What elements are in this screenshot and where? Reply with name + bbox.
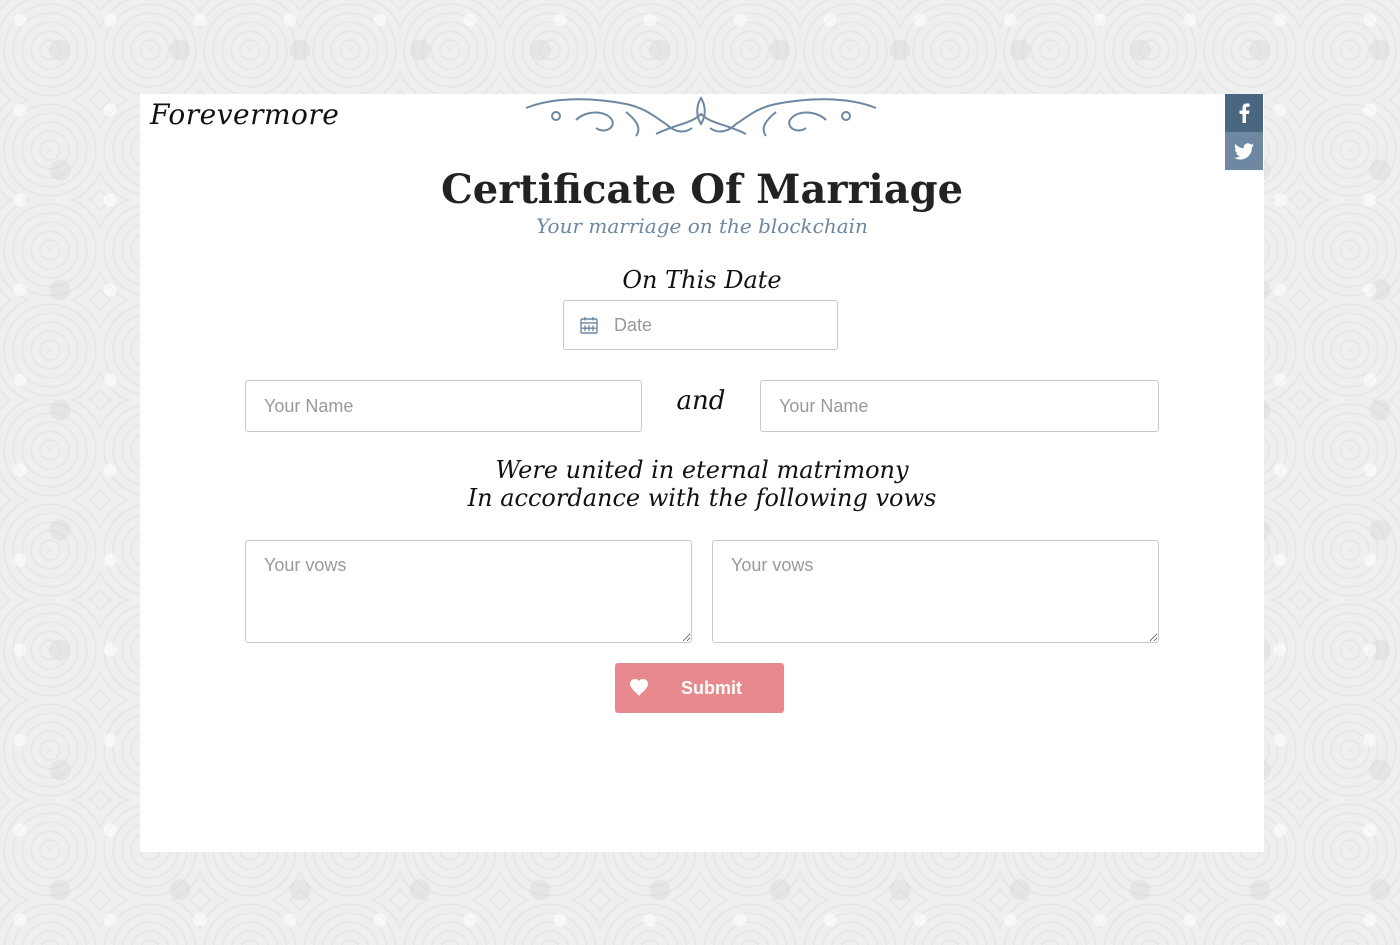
heart-icon: [615, 679, 663, 697]
twitter-button[interactable]: [1225, 132, 1263, 170]
partner-one-vows-textarea[interactable]: [245, 540, 692, 643]
united-statement: Were united in eternal matrimony In acco…: [140, 456, 1264, 512]
certificate-subtitle: Your marriage on the blockchain: [536, 214, 868, 238]
partner-two-name-input[interactable]: [760, 380, 1159, 432]
ornament-flourish: [525, 96, 877, 137]
date-heading: On This Date: [622, 266, 782, 294]
facebook-icon: [1239, 103, 1250, 123]
social-share-bar: [1225, 94, 1263, 170]
certificate-title: Certificate Of Marriage: [440, 166, 964, 213]
date-field[interactable]: [563, 300, 838, 350]
submit-label: Submit: [681, 677, 742, 698]
submit-button[interactable]: Submit: [615, 663, 784, 713]
united-line-1: Were united in eternal matrimony: [495, 456, 909, 484]
calendar-icon: [580, 317, 598, 334]
certificate-card: Forevermore Certificate Of Marriage Your…: [140, 94, 1264, 852]
twitter-icon: [1234, 142, 1254, 159]
date-input[interactable]: [612, 313, 816, 337]
partner-two-vows-textarea[interactable]: [712, 540, 1159, 643]
united-line-2: In accordance with the following vows: [467, 484, 937, 512]
facebook-button[interactable]: [1225, 94, 1263, 132]
and-connector: and: [676, 386, 726, 416]
brand-logo[interactable]: Forevermore: [150, 98, 339, 131]
partner-one-name-input[interactable]: [245, 380, 642, 432]
